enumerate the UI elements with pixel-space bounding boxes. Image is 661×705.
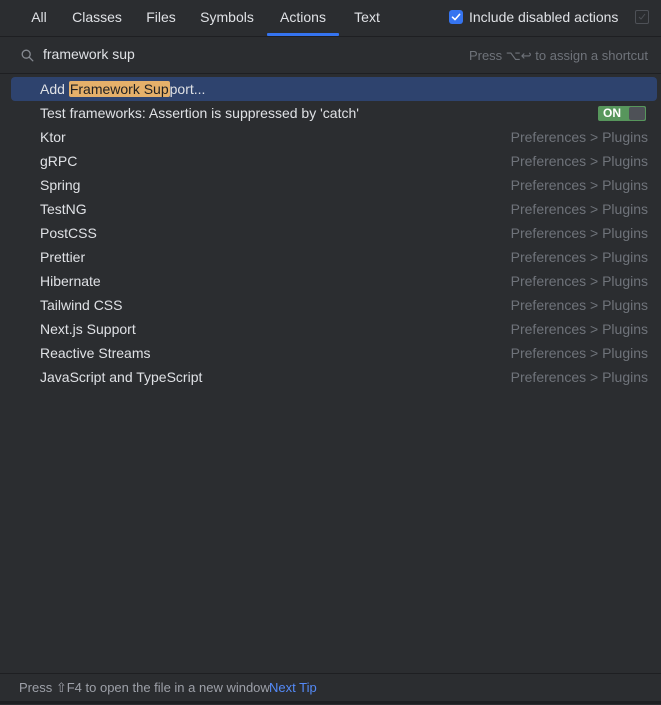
- list-item-label: Tailwind CSS: [40, 297, 123, 313]
- list-item[interactable]: Tailwind CSS Preferences > Plugins: [0, 293, 661, 317]
- include-disabled-actions-checkbox[interactable]: Include disabled actions: [449, 8, 618, 26]
- results-list: Add Framework Support... Test frameworks…: [0, 77, 661, 389]
- pin-window-icon[interactable]: [635, 10, 649, 24]
- list-item[interactable]: JavaScript and TypeScript Preferences > …: [0, 365, 661, 389]
- tab-actions[interactable]: Actions: [267, 0, 339, 36]
- list-item-location: Preferences > Plugins: [510, 177, 648, 193]
- list-item-label: Test frameworks: Assertion is suppressed…: [40, 105, 359, 121]
- list-item[interactable]: Reactive Streams Preferences > Plugins: [0, 341, 661, 365]
- next-tip-link[interactable]: Next Tip: [269, 674, 317, 702]
- footer-tip-text: Press ⇧F4 to open the file in a new wind…: [19, 680, 270, 695]
- search-icon: [21, 49, 34, 67]
- list-item-location: Preferences > Plugins: [510, 129, 648, 145]
- list-item-label: Ktor: [40, 129, 66, 145]
- list-item-label: gRPC: [40, 153, 78, 169]
- list-item-location: Preferences > Plugins: [510, 297, 648, 313]
- list-item-location: Preferences > Plugins: [510, 345, 648, 361]
- list-item-location: Preferences > Plugins: [510, 225, 648, 241]
- toggle-knob: [629, 107, 645, 120]
- shortcut-hint: Press ⌥↩ to assign a shortcut: [468, 48, 648, 63]
- search-match-highlight: Framework Sup: [68, 81, 170, 97]
- list-item-label: Spring: [40, 177, 81, 193]
- tab-all[interactable]: All: [24, 0, 54, 36]
- list-item-location: Preferences > Plugins: [510, 153, 648, 169]
- list-item-location: Preferences > Plugins: [510, 369, 648, 385]
- list-item-location: Preferences > Plugins: [510, 321, 648, 337]
- list-item-test-frameworks-option[interactable]: Test frameworks: Assertion is suppressed…: [0, 101, 661, 125]
- search-everywhere-tabs: All Classes Files Symbols Actions Text I…: [0, 0, 661, 37]
- list-item[interactable]: TestNG Preferences > Plugins: [0, 197, 661, 221]
- tab-classes[interactable]: Classes: [66, 0, 128, 36]
- list-item-label: TestNG: [40, 201, 87, 217]
- list-item-label: PostCSS: [40, 225, 97, 241]
- list-item[interactable]: gRPC Preferences > Plugins: [0, 149, 661, 173]
- list-item-label: Add Framework Support...: [40, 81, 206, 97]
- list-item[interactable]: Ktor Preferences > Plugins: [0, 125, 661, 149]
- list-item-location: Preferences > Plugins: [510, 201, 648, 217]
- tab-files[interactable]: Files: [140, 0, 182, 36]
- search-input[interactable]: framework sup: [43, 46, 135, 62]
- list-item-add-framework-support[interactable]: Add Framework Support...: [11, 77, 657, 101]
- list-item-label: Next.js Support: [40, 321, 136, 337]
- on-off-toggle[interactable]: ON: [598, 106, 646, 121]
- list-item[interactable]: Spring Preferences > Plugins: [0, 173, 661, 197]
- list-item[interactable]: Hibernate Preferences > Plugins: [0, 269, 661, 293]
- list-item-location: Preferences > Plugins: [510, 273, 648, 289]
- list-item-label: Prettier: [40, 249, 86, 265]
- checkbox-checked-icon[interactable]: [449, 10, 463, 24]
- tab-symbols[interactable]: Symbols: [194, 0, 260, 36]
- include-disabled-actions-label: Include disabled actions: [469, 9, 619, 25]
- list-item[interactable]: Next.js Support Preferences > Plugins: [0, 317, 661, 341]
- list-item-label: Reactive Streams: [40, 345, 151, 361]
- tab-text[interactable]: Text: [346, 0, 388, 36]
- list-item[interactable]: PostCSS Preferences > Plugins: [0, 221, 661, 245]
- search-bar: framework sup Press ⌥↩ to assign a short…: [0, 37, 661, 74]
- list-item-label: JavaScript and TypeScript: [40, 369, 203, 385]
- list-item-location: Preferences > Plugins: [510, 249, 648, 265]
- list-item[interactable]: Prettier Preferences > Plugins: [0, 245, 661, 269]
- list-item-label: Hibernate: [40, 273, 101, 289]
